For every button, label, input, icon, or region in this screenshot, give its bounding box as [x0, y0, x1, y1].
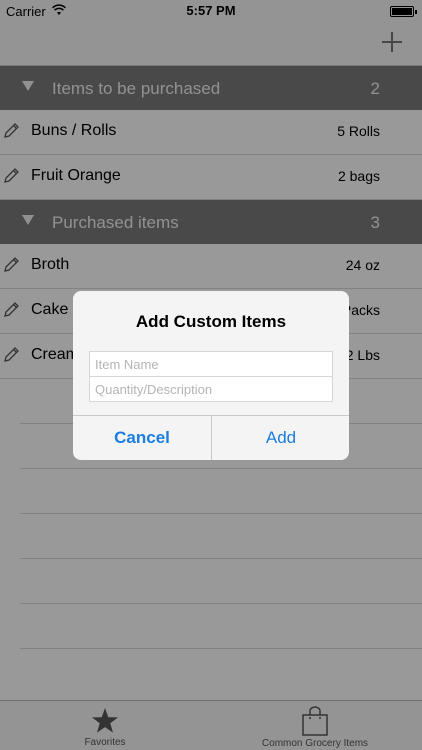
item-name-input[interactable]: [89, 351, 333, 377]
dialog-title: Add Custom Items: [135, 312, 287, 331]
cancel-button[interactable]: Cancel: [73, 416, 211, 460]
add-custom-items-dialog: Add Custom Items Cancel Add: [73, 291, 349, 460]
quantity-description-input[interactable]: [89, 376, 333, 402]
add-button[interactable]: Add: [212, 416, 349, 460]
